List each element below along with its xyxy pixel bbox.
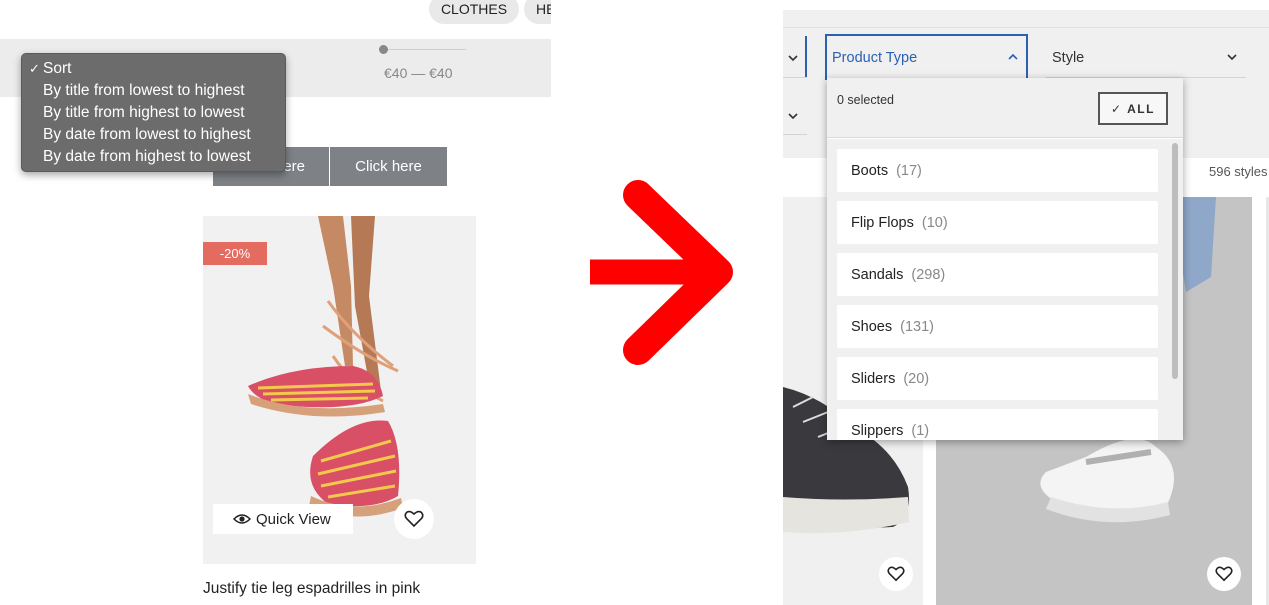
nav-pill-clothes[interactable]: CLOTHES [429, 0, 519, 24]
quick-view-label: Quick View [256, 510, 331, 528]
sort-option-title-asc[interactable]: By title from lowest to highest [22, 80, 285, 102]
option-count: (298) [911, 266, 946, 283]
product-card[interactable]: -20% Quick View [203, 216, 476, 564]
chevron-down-icon[interactable] [787, 111, 799, 121]
checkmark-icon: ✓ [1111, 101, 1122, 116]
discount-badge: -20% [203, 242, 267, 265]
option-count: (131) [900, 318, 934, 335]
right-arrow-icon [590, 180, 733, 365]
filter-dropdown-edge [805, 36, 807, 78]
left-screenshot-panel: CLOTHES HE €40 — €40 ere Click here ✓ So… [0, 0, 551, 605]
chevron-down-icon[interactable] [787, 53, 799, 63]
price-slider-handle[interactable] [379, 45, 388, 54]
sort-option-label: By title from highest to lowest [43, 104, 245, 121]
option-count: (20) [903, 370, 930, 387]
product-type-dropdown: 0 selected ✓ ALL Boots (17) Flip Flops (… [827, 78, 1183, 440]
product-type-label[interactable]: Product Type [832, 50, 917, 66]
chevron-up-icon[interactable] [1007, 52, 1019, 62]
dropdown-header: 0 selected ✓ ALL [827, 78, 1183, 138]
option-shoes[interactable]: Shoes (131) [837, 305, 1158, 348]
chevron-down-icon[interactable] [1226, 52, 1238, 62]
option-count: (10) [921, 214, 948, 231]
option-sliders[interactable]: Sliders (20) [837, 357, 1158, 400]
option-count: (1) [911, 422, 930, 439]
price-slider-track[interactable] [384, 49, 466, 50]
option-flip-flops[interactable]: Flip Flops (10) [837, 201, 1158, 244]
select-all-label: ALL [1127, 101, 1155, 116]
option-count: (17) [896, 162, 922, 179]
quick-view-button[interactable]: Quick View [213, 504, 353, 534]
sort-option-date-desc[interactable]: By date from highest to lowest [22, 146, 285, 168]
heart-icon [887, 566, 905, 582]
sort-option-title-desc[interactable]: By title from highest to lowest [22, 102, 285, 124]
heart-icon [1215, 566, 1233, 582]
option-name: Flip Flops [851, 214, 914, 231]
sort-option-default[interactable]: ✓ Sort [22, 58, 285, 80]
nav-pill-he[interactable]: HE [524, 0, 551, 24]
wishlist-button[interactable] [879, 557, 913, 591]
style-filter-label[interactable]: Style [1052, 50, 1084, 66]
option-list[interactable]: Boots (17) Flip Flops (10) Sandals (298)… [827, 139, 1183, 440]
click-here-button-2[interactable]: Click here [330, 147, 447, 186]
heart-icon [404, 510, 424, 528]
sort-option-label: By title from lowest to highest [43, 82, 245, 99]
option-sandals[interactable]: Sandals (298) [837, 253, 1158, 296]
top-bar [783, 10, 1269, 28]
filter-divider [783, 134, 807, 135]
sort-option-label: By date from highest to lowest [43, 148, 251, 165]
dropdown-scrollbar[interactable] [1172, 143, 1178, 379]
select-all-button[interactable]: ✓ ALL [1098, 92, 1168, 125]
eye-icon [233, 514, 251, 524]
wishlist-button[interactable] [394, 499, 434, 539]
option-slippers[interactable]: Slippers (1) [837, 409, 1158, 440]
option-boots[interactable]: Boots (17) [837, 149, 1158, 192]
filter-divider [783, 77, 807, 78]
sort-dropdown-menu: ✓ Sort By title from lowest to highest B… [21, 53, 286, 172]
checkmark-icon: ✓ [29, 61, 40, 76]
styles-count: 596 styles [1209, 164, 1268, 179]
sort-option-label: By date from lowest to highest [43, 126, 251, 143]
right-screenshot-panel: Product Type Style 596 styles 0 selected… [783, 10, 1269, 605]
option-name: Sandals [851, 266, 904, 283]
option-name: Boots [851, 162, 889, 179]
option-name: Sliders [851, 370, 896, 387]
price-range-label: €40 — €40 [384, 65, 453, 81]
wishlist-button[interactable] [1207, 557, 1241, 591]
product-title[interactable]: Justify tie leg espadrilles in pink [203, 580, 420, 598]
sort-option-label: Sort [43, 60, 72, 77]
option-name: Shoes [851, 318, 893, 335]
option-name: Slippers [851, 422, 904, 439]
sort-option-date-asc[interactable]: By date from lowest to highest [22, 124, 285, 146]
selected-count: 0 selected [837, 93, 894, 107]
